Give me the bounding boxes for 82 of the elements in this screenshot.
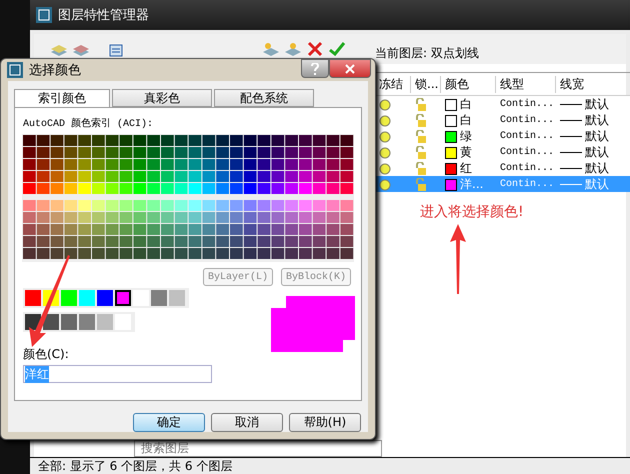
line-sample-icon: [560, 166, 582, 170]
lock-icon[interactable]: [415, 98, 427, 111]
color-swatch[interactable]: [61, 314, 77, 330]
color-swatch[interactable]: [25, 290, 41, 306]
search-field[interactable]: 搜索图层: [134, 440, 382, 457]
bulb-icon[interactable]: [379, 162, 391, 174]
linetype-text: Contin...: [500, 147, 554, 158]
current-layer-label: 当前图层: 双点划线: [375, 45, 479, 62]
delete-icon[interactable]: [306, 41, 324, 57]
color-palette[interactable]: [22, 134, 354, 262]
freeze-layer-icon[interactable]: [284, 41, 302, 57]
tab[interactable]: 真彩色: [112, 89, 212, 107]
line-sample-icon: [560, 182, 582, 186]
color-name: 白: [460, 112, 472, 129]
help-button[interactable]: [301, 59, 329, 78]
tab[interactable]: 索引颜色: [14, 89, 110, 107]
bulb-icon[interactable]: [379, 98, 391, 110]
color-swatch[interactable]: [79, 290, 95, 306]
color-swatch[interactable]: [97, 290, 113, 306]
line-sample-icon: [560, 102, 582, 106]
color-label: 颜色(C):: [23, 346, 70, 363]
status-text: 全部: 显示了 6 个图层，共 6 个图层: [30, 457, 630, 474]
bulb-icon[interactable]: [379, 114, 391, 126]
app-icon: [7, 62, 23, 78]
lock-icon[interactable]: [415, 162, 427, 175]
lineweight-text: 默认: [585, 128, 609, 145]
bulb-icon[interactable]: [379, 130, 391, 142]
lock-icon[interactable]: [415, 146, 427, 159]
color-name: 洋...: [460, 176, 484, 193]
dialog-button[interactable]: 取消: [211, 413, 283, 432]
close-button[interactable]: [329, 59, 371, 78]
check-icon[interactable]: [328, 41, 346, 57]
color-swatch[interactable]: [169, 290, 185, 306]
color-name: 红: [460, 160, 472, 177]
color-swatch[interactable]: [61, 290, 77, 306]
color-swatch[interactable]: [445, 114, 457, 126]
linetype-text: Contin...: [500, 163, 554, 174]
color-swatch[interactable]: [445, 130, 457, 142]
column-header[interactable]: 线型: [496, 76, 556, 92]
linetype-text: Contin...: [500, 131, 554, 142]
bulb-icon[interactable]: [379, 146, 391, 158]
palette-label: AutoCAD 颜色索引 (ACI):: [23, 116, 154, 130]
color-name: 绿: [460, 128, 472, 145]
line-sample-icon: [560, 118, 582, 122]
annotation-text: 进入将选择颜色!: [420, 203, 524, 221]
dialog-title: 选择颜色: [29, 62, 81, 79]
tab[interactable]: 配色系统: [214, 89, 314, 107]
help-icon: [311, 62, 319, 74]
column-header[interactable]: 线宽: [556, 76, 630, 92]
linetype-text: Contin...: [500, 115, 554, 126]
color-name: 白: [460, 96, 472, 113]
lock-icon[interactable]: [415, 114, 427, 127]
lineweight-text: 默认: [585, 160, 609, 177]
column-header[interactable]: 颜色: [441, 76, 496, 92]
linetype-text: Contin...: [500, 179, 554, 190]
color-swatch[interactable]: [151, 290, 167, 306]
lineweight-text: 默认: [585, 112, 609, 129]
lineweight-text: 默认: [585, 96, 609, 113]
color-swatch[interactable]: [445, 178, 457, 190]
color-swatch[interactable]: [445, 162, 457, 174]
linetype-text: Contin...: [500, 99, 554, 110]
lineweight-text: 默认: [585, 176, 609, 193]
lock-icon[interactable]: [415, 178, 427, 191]
lock-icon[interactable]: [415, 130, 427, 143]
color-swatch[interactable]: [115, 290, 131, 306]
arrow: [449, 224, 467, 294]
color-name: 黄: [460, 144, 472, 161]
color-swatch[interactable]: [445, 98, 457, 110]
lineweight-text: 默认: [585, 144, 609, 161]
close-icon: [345, 64, 355, 74]
dialog-button[interactable]: 确定: [133, 413, 205, 432]
line-sample-icon: [560, 134, 582, 138]
color-swatch[interactable]: [445, 146, 457, 158]
column-header[interactable]: 锁...: [411, 76, 441, 92]
color-swatch[interactable]: [97, 314, 113, 330]
line-sample-icon: [560, 150, 582, 154]
window-title: 图层特性管理器: [58, 7, 149, 24]
new-layer-icon[interactable]: [262, 41, 280, 57]
dialog-button[interactable]: 帮助(H): [289, 413, 361, 432]
bulb-icon[interactable]: [379, 178, 391, 190]
app-icon: [36, 7, 52, 23]
color-swatch[interactable]: [79, 314, 95, 330]
